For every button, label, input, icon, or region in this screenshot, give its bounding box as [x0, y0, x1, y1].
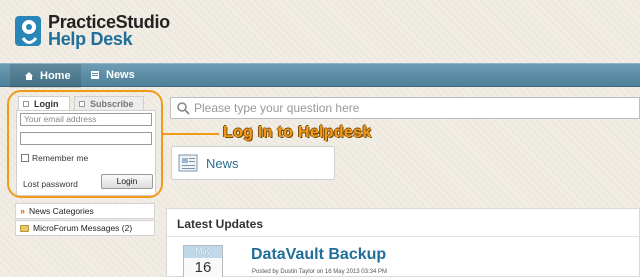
- post-title-link[interactable]: DataVault Backup: [251, 246, 386, 264]
- post-day: 16: [194, 259, 212, 276]
- news-categories-label: News Categories: [29, 206, 94, 216]
- latest-updates-title: Latest Updates: [177, 217, 264, 231]
- news-box[interactable]: News: [171, 146, 335, 180]
- logo-mark-icon: [14, 14, 44, 52]
- news-box-label: News: [206, 155, 239, 171]
- search-input[interactable]: Please type your question here: [170, 97, 640, 119]
- nav-news-label: News: [106, 69, 135, 81]
- latest-updates-panel: Latest Updates May 16 DataVault Backup P…: [166, 208, 640, 277]
- microforum-messages-label: MicroForum Messages (2): [33, 223, 133, 233]
- microforum-messages-item[interactable]: MicroForum Messages (2): [15, 220, 155, 236]
- annotation-label: Log In to Helpdesk: [223, 124, 372, 141]
- newspaper-icon: [178, 153, 200, 173]
- nav-news[interactable]: News: [90, 64, 135, 86]
- divider: [167, 236, 640, 237]
- nav-home-label: Home: [40, 70, 71, 82]
- nav-home[interactable]: Home: [10, 64, 81, 88]
- post-month: May: [184, 246, 222, 258]
- calendar-icon: May 16: [183, 245, 223, 277]
- main-nav: Home News: [0, 63, 640, 88]
- search-placeholder: Please type your question here: [194, 101, 360, 115]
- search-icon: [176, 101, 190, 115]
- home-icon: [24, 71, 34, 81]
- chevron-right-icon: »: [20, 206, 26, 216]
- news-categories-item[interactable]: » News Categories: [15, 203, 155, 219]
- logo[interactable]: PracticeStudio Help Desk: [14, 13, 170, 56]
- post-meta: Posted by Dustin Taylor on 16 May 2013 0…: [252, 269, 387, 275]
- annotation-highlight: [7, 90, 163, 198]
- annotation-pointer: [163, 133, 219, 135]
- news-icon: [90, 70, 100, 80]
- folder-icon: [20, 224, 29, 232]
- logo-subtitle: Help Desk: [48, 29, 133, 49]
